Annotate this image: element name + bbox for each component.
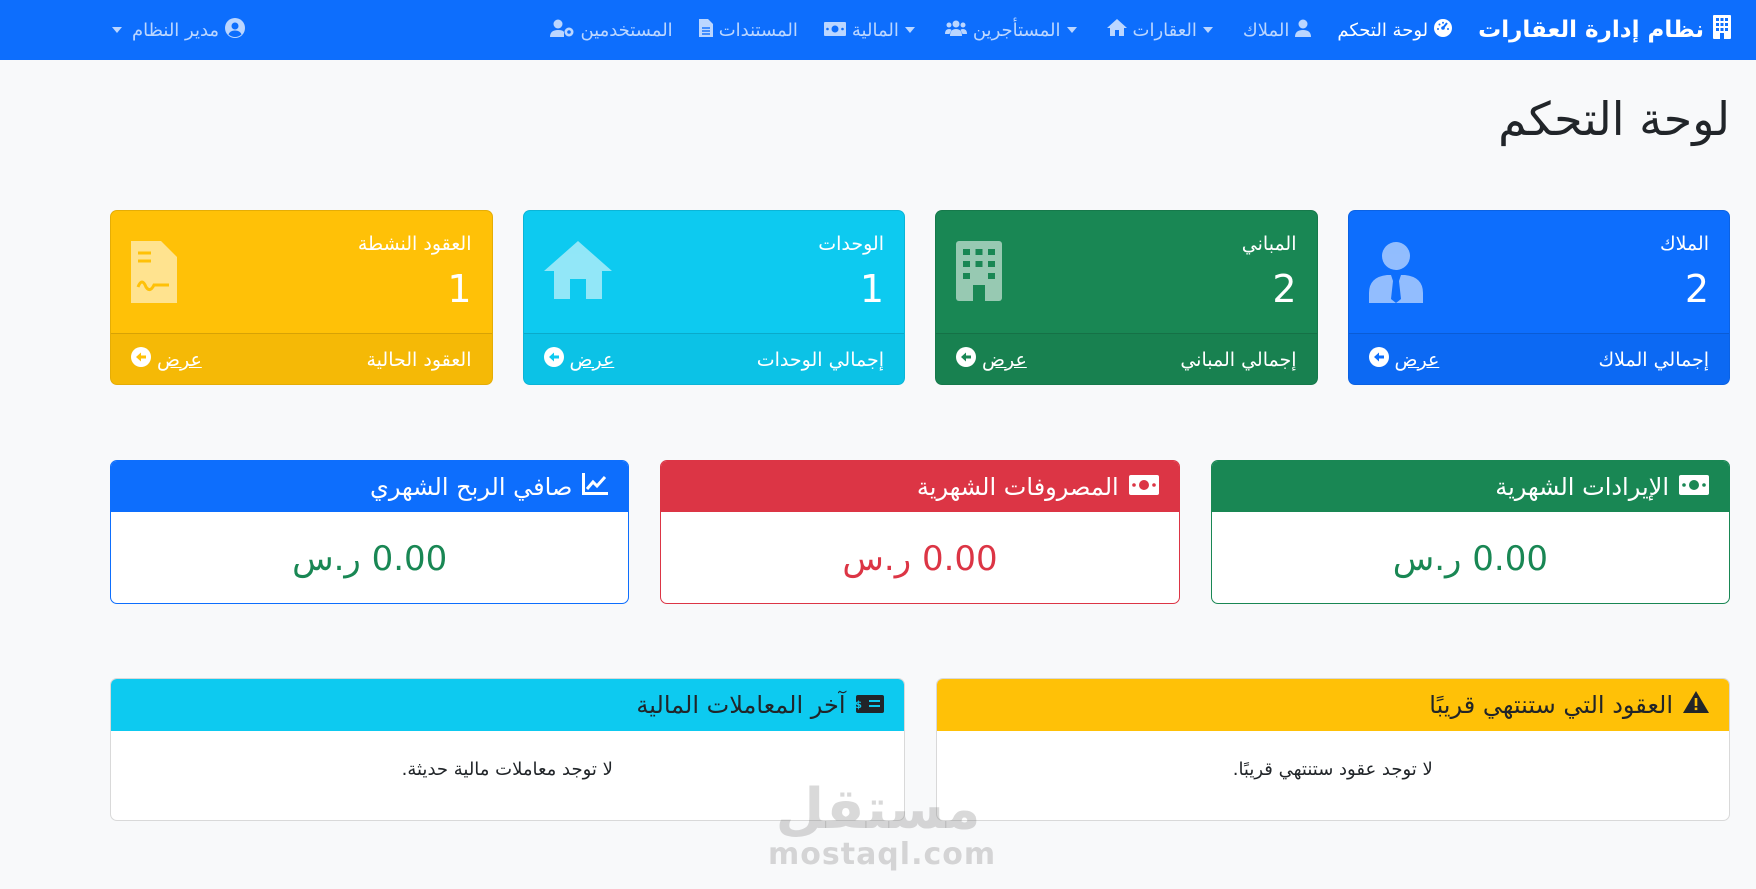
stat-footer-label: إجمالي المباني (1180, 348, 1297, 371)
svg-text:$: $ (856, 700, 862, 711)
building-icon (1712, 15, 1732, 45)
chevron-down-icon (904, 27, 915, 33)
user-circle-icon (225, 17, 246, 43)
panel-title: آخر المعاملات المالية (636, 691, 846, 719)
arrow-circle-left-icon (1368, 347, 1389, 372)
stat-card-owners: الملاك 2 إجمالي الملاك عرض (1347, 210, 1730, 385)
stat-title: المباني (1241, 233, 1297, 255)
stat-link-label: عرض (982, 348, 1027, 371)
file-contract-icon (131, 241, 177, 307)
stat-footer-label: إجمالي الملاك (1598, 348, 1709, 371)
file-icon (698, 18, 713, 42)
stat-title: العقود النشطة (357, 233, 472, 255)
card-title: الإيرادات الشهرية (1495, 472, 1669, 501)
view-owners-link[interactable]: عرض (1368, 347, 1440, 372)
chart-line-icon (582, 472, 609, 501)
top-navbar: نظام إدارة العقارات لوحة التحكم الملاك ا… (0, 0, 1756, 60)
monthly-finance-row: الإيرادات الشهرية 0.00 ر.س المصروفات الش… (110, 460, 1730, 604)
monthly-expenses-card: المصروفات الشهرية 0.00 ر.س (660, 460, 1180, 604)
money-check-icon: $ (855, 691, 884, 719)
home-icon (543, 241, 612, 303)
view-contracts-link[interactable]: عرض (131, 347, 202, 372)
monthly-revenue-amount: 0.00 ر.س (1392, 538, 1548, 579)
user-menu[interactable]: مدير النظام (112, 17, 246, 43)
nav-item-label: المستندات (718, 19, 798, 41)
chevron-down-icon (112, 27, 122, 33)
panel-title: العقود التي ستنتهي قريبًا (1429, 691, 1673, 719)
stat-link-label: عرض (157, 348, 202, 371)
warning-icon (1683, 691, 1709, 719)
stat-card-units: الوحدات 1 إجمالي الوحدات عرض (522, 210, 905, 385)
arrow-circle-left-icon (543, 347, 564, 372)
nav-item-label: لوحة التحكم (1337, 19, 1429, 41)
nav-item-finance[interactable]: المالية (823, 19, 919, 41)
stat-value: 2 (1272, 267, 1297, 311)
user-tie-icon (1295, 19, 1312, 42)
chevron-down-icon (1066, 27, 1077, 33)
nav-item-tenants[interactable]: المستأجرين (944, 19, 1081, 41)
stat-card-contracts: العقود النشطة 1 العقود الحالية عرض (110, 210, 493, 385)
building-icon (956, 241, 1002, 305)
nav-item-label: الملاك (1242, 19, 1290, 41)
chevron-down-icon (1202, 27, 1213, 33)
stat-card-buildings: المباني 2 إجمالي المباني عرض (935, 210, 1318, 385)
gauge-icon (1434, 18, 1453, 42)
users-cog-icon (550, 19, 574, 42)
nav-item-documents[interactable]: المستندات (698, 18, 798, 42)
money-bill-icon (1128, 473, 1159, 501)
watermark-arabic: مستقل (775, 777, 981, 842)
arrow-circle-left-icon (956, 347, 976, 372)
page-title: لوحة التحكم (1498, 92, 1730, 146)
stat-footer-label: العقود الحالية (366, 348, 472, 371)
nav-item-label: المستأجرين (972, 19, 1061, 41)
user-tie-icon (1368, 241, 1423, 307)
card-title: المصروفات الشهرية (916, 472, 1119, 501)
view-buildings-link[interactable]: عرض (956, 347, 1027, 372)
stat-footer-label: إجمالي الوحدات (756, 348, 884, 371)
nav-item-label: المالية (851, 19, 899, 41)
monthly-profit-amount: 0.00 ر.س (292, 538, 448, 579)
watermark-logo: مستقل mostaql.com (768, 777, 997, 872)
users-icon (944, 20, 967, 41)
watermark-latin: mostaql.com (768, 837, 997, 872)
nav-item-users[interactable]: المستخدمين (550, 19, 673, 42)
brand-label: نظام إدارة العقارات (1478, 17, 1704, 43)
arrow-circle-left-icon (131, 347, 151, 372)
monthly-expenses-amount: 0.00 ر.س (842, 538, 998, 579)
nav-item-dashboard[interactable]: لوحة التحكم (1337, 18, 1453, 42)
money-bill-icon (1679, 473, 1709, 501)
nav-item-label: العقارات (1132, 19, 1197, 41)
nav-item-properties[interactable]: العقارات (1106, 19, 1217, 41)
user-menu-label: مدير النظام (132, 19, 220, 41)
monthly-revenue-card: الإيرادات الشهرية 0.00 ر.س (1210, 460, 1730, 604)
view-units-link[interactable]: عرض (543, 347, 615, 372)
nav-item-label: المستخدمين (580, 19, 673, 41)
nav-menu: لوحة التحكم الملاك العقارات المستأجرين ا… (550, 18, 1453, 42)
empty-state-text: لا توجد عقود ستنتهي قريبًا. (1232, 759, 1433, 780)
stats-row: الملاك 2 إجمالي الملاك عرض المباني 2 إجم… (110, 210, 1730, 385)
home-icon (1106, 19, 1127, 41)
money-icon (823, 20, 846, 41)
stat-value: 1 (447, 267, 472, 311)
stat-link-label: عرض (1394, 348, 1440, 371)
stat-link-label: عرض (569, 348, 615, 371)
expiring-contracts-panel: العقود التي ستنتهي قريبًا لا توجد عقود س… (935, 678, 1730, 821)
nav-item-owners[interactable]: الملاك (1242, 19, 1312, 42)
monthly-profit-card: صافي الربح الشهري 0.00 ر.س (110, 460, 630, 604)
navbar-brand[interactable]: نظام إدارة العقارات (1478, 15, 1732, 45)
card-title: صافي الربح الشهري (370, 472, 573, 501)
